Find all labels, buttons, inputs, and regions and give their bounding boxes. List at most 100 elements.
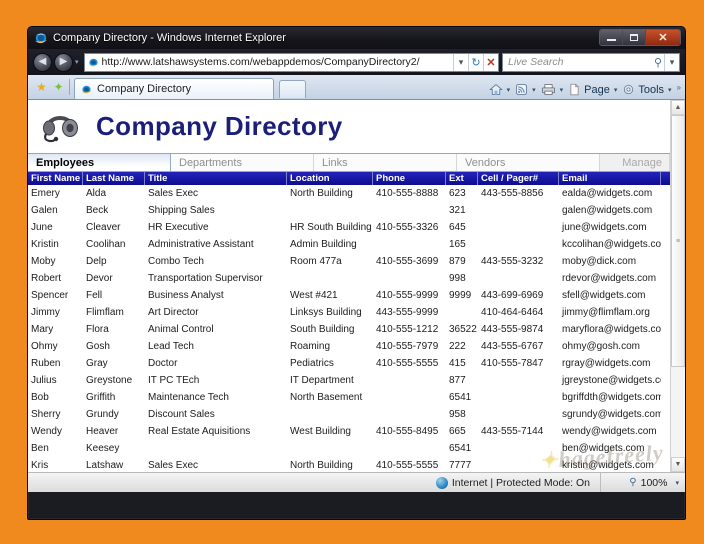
cell-first-name: Kristin <box>31 239 59 250</box>
home-dropdown-icon[interactable]: ▾ <box>507 86 511 94</box>
internet-explorer-icon <box>34 33 48 44</box>
table-row[interactable]: Galen Beck Shipping Sales 321 galen@widgets.… <box>28 202 670 219</box>
cell-email: rdevor@widgets.com <box>562 273 657 284</box>
table-row[interactable]: Ohmy Gosh Lead Tech Roaming 410-555-7979 222 4… <box>28 338 670 355</box>
table-row[interactable]: June Cleaver HR Executive HR South Building… <box>28 219 670 236</box>
tab-departments[interactable]: Departments <box>171 154 314 171</box>
security-zone-indicator[interactable]: Internet | Protected Mode: On <box>430 473 601 492</box>
recent-pages-dropdown-icon[interactable]: ▾ <box>75 58 79 66</box>
cell-last-name: Coolihan <box>86 239 126 250</box>
column-header-cell-pager[interactable]: Cell / Pager# <box>478 172 559 185</box>
cell-ext: 665 <box>449 426 466 437</box>
back-button[interactable]: ◀ <box>33 52 52 72</box>
cell-cell-pager <box>478 457 559 472</box>
table-row[interactable]: Bob Griffith Maintenance Tech North Basemen… <box>28 389 670 406</box>
table-row[interactable]: Wendy Heaver Real Estate Aquisitions West B… <box>28 423 670 440</box>
zoom-control[interactable]: ⚲ 100% ▾ <box>601 477 685 489</box>
minimize-button[interactable] <box>600 30 623 45</box>
table-row[interactable]: Sherry Grundy Discount Sales 958 sgrundy@wid… <box>28 406 670 423</box>
tab-vendors[interactable]: Vendors <box>457 154 600 171</box>
forward-button[interactable]: ▶ <box>54 52 73 72</box>
print-dropdown-icon[interactable]: ▾ <box>560 86 564 94</box>
column-header-title[interactable]: Title <box>145 172 287 185</box>
column-header-ext[interactable]: Ext <box>446 172 478 185</box>
cell-ext: 998 <box>449 273 466 284</box>
page-menu-dropdown-icon[interactable]: ▾ <box>614 86 618 94</box>
table-row[interactable]: Kristin Coolihan Administrative Assistant A… <box>28 236 670 253</box>
table-row[interactable]: Julius Greystone IT PC TEch IT Department 87… <box>28 372 670 389</box>
column-header-location[interactable]: Location <box>287 172 373 185</box>
cell-phone: 410-555-8495 <box>376 426 439 437</box>
cell-cell-pager: 443-555-7144 <box>481 426 544 437</box>
cell-email: jimmy@flimflam.org <box>562 307 650 318</box>
address-bar[interactable]: http://www.latshawsystems.com/webappdemo… <box>83 52 499 72</box>
window-controls: ✕ <box>599 29 681 46</box>
tools-menu-label: Tools <box>638 83 665 96</box>
cell-first-name: Galen <box>31 205 58 216</box>
cell-first-name: Ohmy <box>31 341 58 352</box>
cell-location <box>287 406 373 423</box>
scrollbar-thumb[interactable]: ≡ <box>671 115 685 367</box>
search-input[interactable]: Live Search <box>503 56 652 68</box>
feeds-dropdown-icon[interactable]: ▾ <box>532 86 536 94</box>
feeds-button[interactable]: ▾ <box>515 83 536 96</box>
cell-last-name: Delp <box>86 256 107 267</box>
cell-title: Real Estate Aquisitions <box>148 426 251 437</box>
cell-email: wendy@widgets.com <box>562 426 657 437</box>
cell-email: moby@dick.com <box>562 256 637 267</box>
cell-first-name: June <box>31 222 53 233</box>
favorites-center-icon[interactable]: ★ <box>33 77 50 97</box>
scrollbar-track[interactable]: ≡ <box>671 115 685 457</box>
scroll-up-button[interactable]: ▲ <box>671 100 685 115</box>
cell-ext: 36522 <box>449 324 477 335</box>
table-row[interactable]: Spencer Fell Business Analyst West #421 410-… <box>28 287 670 304</box>
cell-location: Room 477a <box>290 256 342 267</box>
close-button[interactable]: ✕ <box>646 30 680 45</box>
stop-icon[interactable]: ✕ <box>483 53 498 71</box>
restore-button[interactable] <box>623 30 646 45</box>
new-tab-button[interactable] <box>279 80 306 98</box>
search-box[interactable]: Live Search ⚲ ▾ <box>502 52 680 72</box>
cell-ext: 645 <box>449 222 466 233</box>
address-input[interactable]: http://www.latshawsystems.com/webappdemo… <box>102 54 453 71</box>
zoom-dropdown-icon[interactable]: ▾ <box>675 479 679 487</box>
cell-cell-pager <box>478 406 559 423</box>
table-row[interactable]: Jimmy Flimflam Art Director Linksys Buildin… <box>28 304 670 321</box>
home-button[interactable]: ▾ <box>488 83 511 96</box>
column-header-last-name[interactable]: Last Name <box>83 172 145 185</box>
cell-phone: 410-555-5555 <box>376 358 439 369</box>
add-favorite-icon[interactable]: ✦ <box>50 77 67 97</box>
table-row[interactable]: Moby Delp Combo Tech Room 477a 410-555-3699 8… <box>28 253 670 270</box>
table-row[interactable]: Robert Devor Transportation Supervisor 998 r… <box>28 270 670 287</box>
column-header-phone[interactable]: Phone <box>373 172 446 185</box>
toolbar-overflow-icon[interactable]: » <box>677 83 681 92</box>
cell-last-name: Gray <box>86 358 108 369</box>
search-icon[interactable]: ⚲ <box>652 56 664 69</box>
page-scrollbar[interactable]: ▲ ≡ ▼ <box>670 100 685 472</box>
cell-last-name: Fell <box>86 290 103 301</box>
tab-employees[interactable]: Employees <box>28 154 171 171</box>
page-menu-button[interactable]: Page ▾ <box>568 83 617 96</box>
tools-menu-button[interactable]: Tools ▾ <box>622 83 672 96</box>
table-row[interactable]: Kris Latshaw Sales Exec North Building 410-5… <box>28 457 670 472</box>
table-row[interactable]: Mary Flora Animal Control South Building 410… <box>28 321 670 338</box>
cell-email: maryflora@widgets.com <box>562 324 661 335</box>
page-viewport: Company Directory Employees Departments … <box>28 100 685 472</box>
table-row[interactable]: Emery Alda Sales Exec North Building 410-555… <box>28 185 670 202</box>
search-provider-dropdown-icon[interactable]: ▾ <box>664 53 679 71</box>
column-header-email[interactable]: Email <box>559 172 661 185</box>
tools-menu-dropdown-icon[interactable]: ▾ <box>668 86 672 94</box>
tab-links[interactable]: Links <box>314 154 457 171</box>
scroll-down-button[interactable]: ▼ <box>671 457 685 472</box>
address-dropdown-icon[interactable]: ▾ <box>453 53 468 71</box>
browser-tab-company-directory[interactable]: Company Directory <box>74 78 274 99</box>
print-button[interactable]: ▾ <box>541 83 564 96</box>
minimize-icon <box>606 39 616 41</box>
table-row[interactable]: Ben Keesey 6541 ben@widgets.com <box>28 440 670 457</box>
cell-title: Art Director <box>148 307 199 318</box>
column-header-first-name[interactable]: First Name <box>28 172 83 185</box>
tab-manage[interactable]: Manage <box>600 154 670 171</box>
cell-ext <box>446 304 478 321</box>
refresh-icon[interactable]: ↻ <box>468 53 483 71</box>
table-row[interactable]: Ruben Gray Doctor Pediatrics 410-555-5555 415… <box>28 355 670 372</box>
